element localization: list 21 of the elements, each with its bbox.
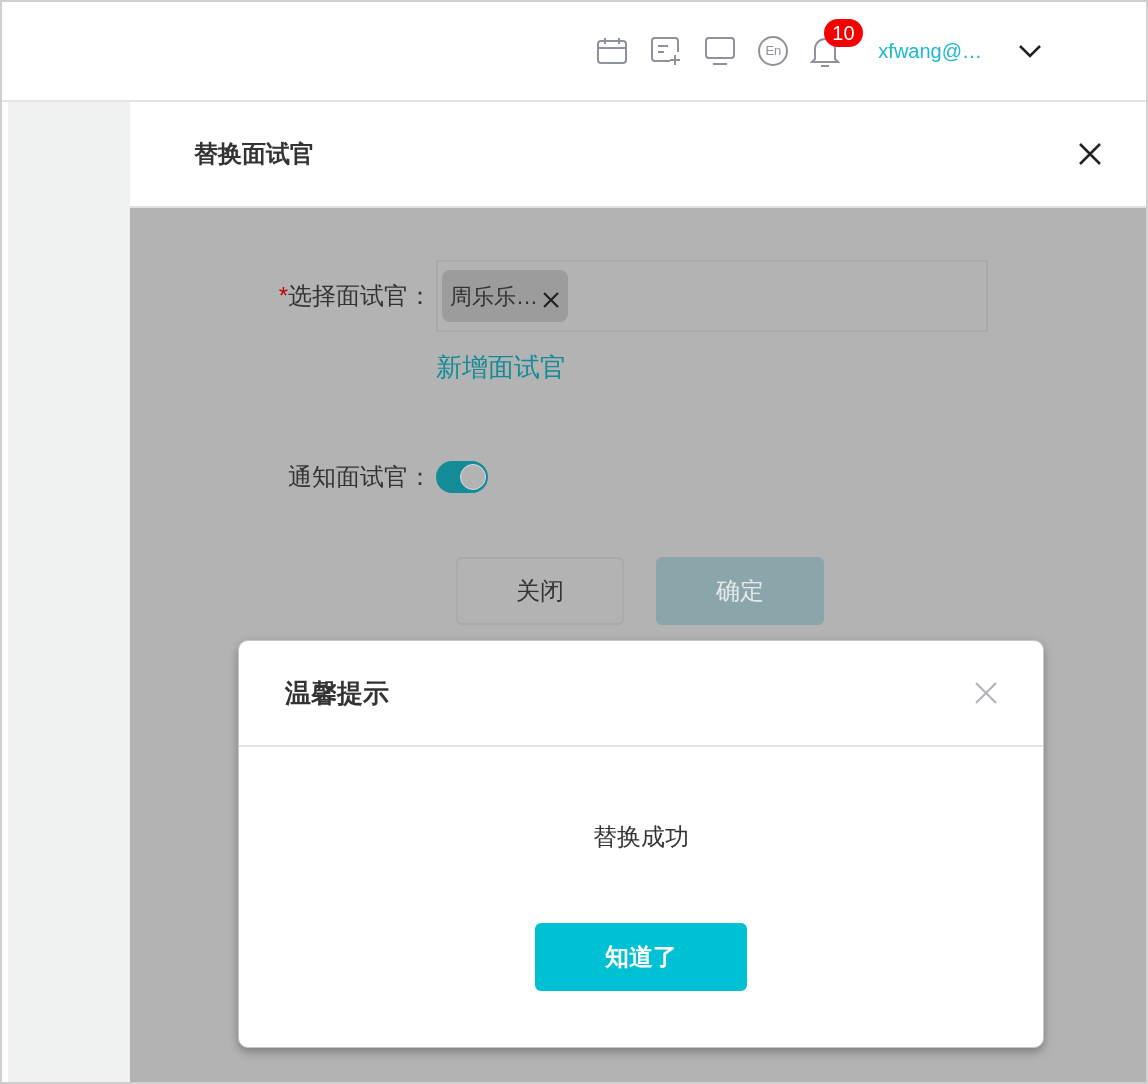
add-interviewer-link[interactable]: 新增面试官 [436,348,566,387]
calendar-icon[interactable] [596,37,629,65]
language-icon[interactable]: En [758,36,789,66]
add-note-icon[interactable] [650,36,683,66]
close-button[interactable]: 关闭 [456,557,624,625]
dialog-title: 温馨提示 [285,676,389,710]
notification-badge: 10 [824,19,863,47]
close-icon[interactable] [1078,142,1102,166]
notify-toggle[interactable] [436,461,488,493]
dialog-message: 替换成功 [593,822,689,852]
user-name[interactable]: xfwang@… [878,36,982,66]
field-label: 通知面试官： [288,462,432,492]
monitor-icon[interactable] [704,36,737,66]
drawer-title: 替换面试官 [194,139,314,169]
acknowledge-button[interactable]: 知道了 [535,923,747,991]
field-label: 选择面试官： [288,281,432,311]
required-mark: * [278,281,288,311]
tag-text: 周乐乐… [450,282,538,311]
chevron-down-icon[interactable] [1018,44,1042,58]
close-icon[interactable] [542,291,560,309]
interviewer-select[interactable]: 周乐乐… [436,260,988,332]
